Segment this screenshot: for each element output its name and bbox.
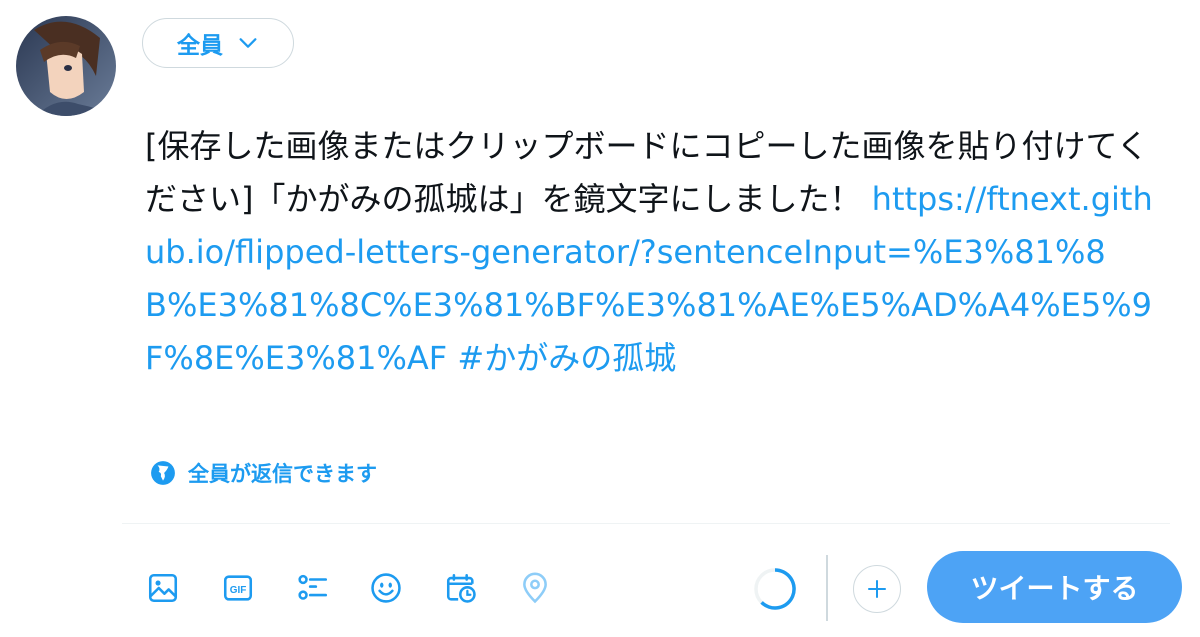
gif-icon: GIF (223, 575, 253, 601)
divider (122, 523, 1170, 524)
reply-setting[interactable]: 全員が返信できます (150, 455, 377, 491)
tweet-button[interactable]: ツイートする (927, 551, 1182, 623)
tweet-hashtag[interactable]: #かがみの孤城 (447, 339, 676, 377)
character-counter-icon (754, 568, 796, 610)
emoji-button[interactable] (364, 566, 408, 610)
image-button[interactable] (141, 566, 185, 610)
image-icon (148, 573, 178, 603)
add-tweet-button[interactable] (853, 565, 901, 613)
schedule-button[interactable] (439, 566, 483, 610)
location-icon (523, 572, 547, 604)
globe-icon (151, 461, 175, 485)
avatar[interactable] (16, 16, 116, 116)
tweet-text-area[interactable]: [保存した画像またはクリップボードにコピーした画像を貼り付けてください]「かがみ… (145, 120, 1155, 385)
location-button[interactable] (513, 566, 557, 610)
poll-button[interactable] (291, 566, 335, 610)
audience-selector[interactable]: 全員 (142, 18, 294, 68)
reply-setting-label: 全員が返信できます (188, 462, 377, 486)
plus-icon (868, 580, 886, 598)
emoji-icon (371, 573, 401, 603)
chevron-down-icon (239, 38, 257, 48)
gif-button[interactable]: GIF (216, 566, 260, 610)
poll-icon (298, 574, 328, 600)
audience-label: 全員 (177, 33, 223, 59)
gif-icon-label: GIF (230, 585, 247, 596)
toolbar-separator (826, 555, 828, 621)
schedule-icon (446, 573, 476, 603)
